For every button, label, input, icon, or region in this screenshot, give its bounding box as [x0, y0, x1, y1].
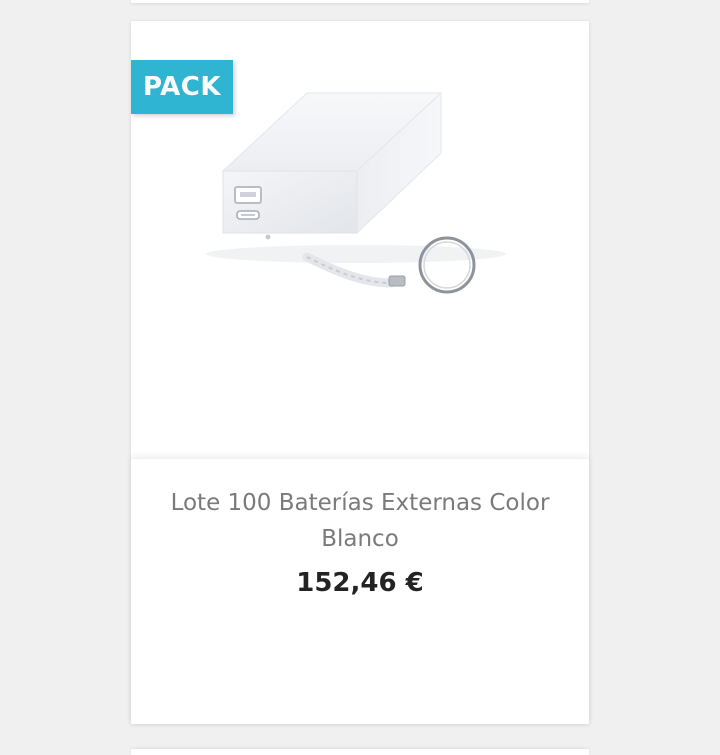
next-product-card[interactable]	[131, 749, 589, 755]
product-price: 152,46 €	[296, 568, 424, 598]
product-image-link[interactable]: PACK	[131, 21, 589, 458]
product-card[interactable]: PACK Lote 100 Baterías Externas Color Bl…	[131, 21, 589, 724]
previous-product-card[interactable]	[131, 0, 589, 3]
product-title[interactable]: Lote 100 Baterías Externas Color Blanco	[151, 485, 569, 557]
pack-badge: PACK	[131, 60, 233, 114]
product-info: Lote 100 Baterías Externas Color Blanco …	[131, 458, 589, 725]
